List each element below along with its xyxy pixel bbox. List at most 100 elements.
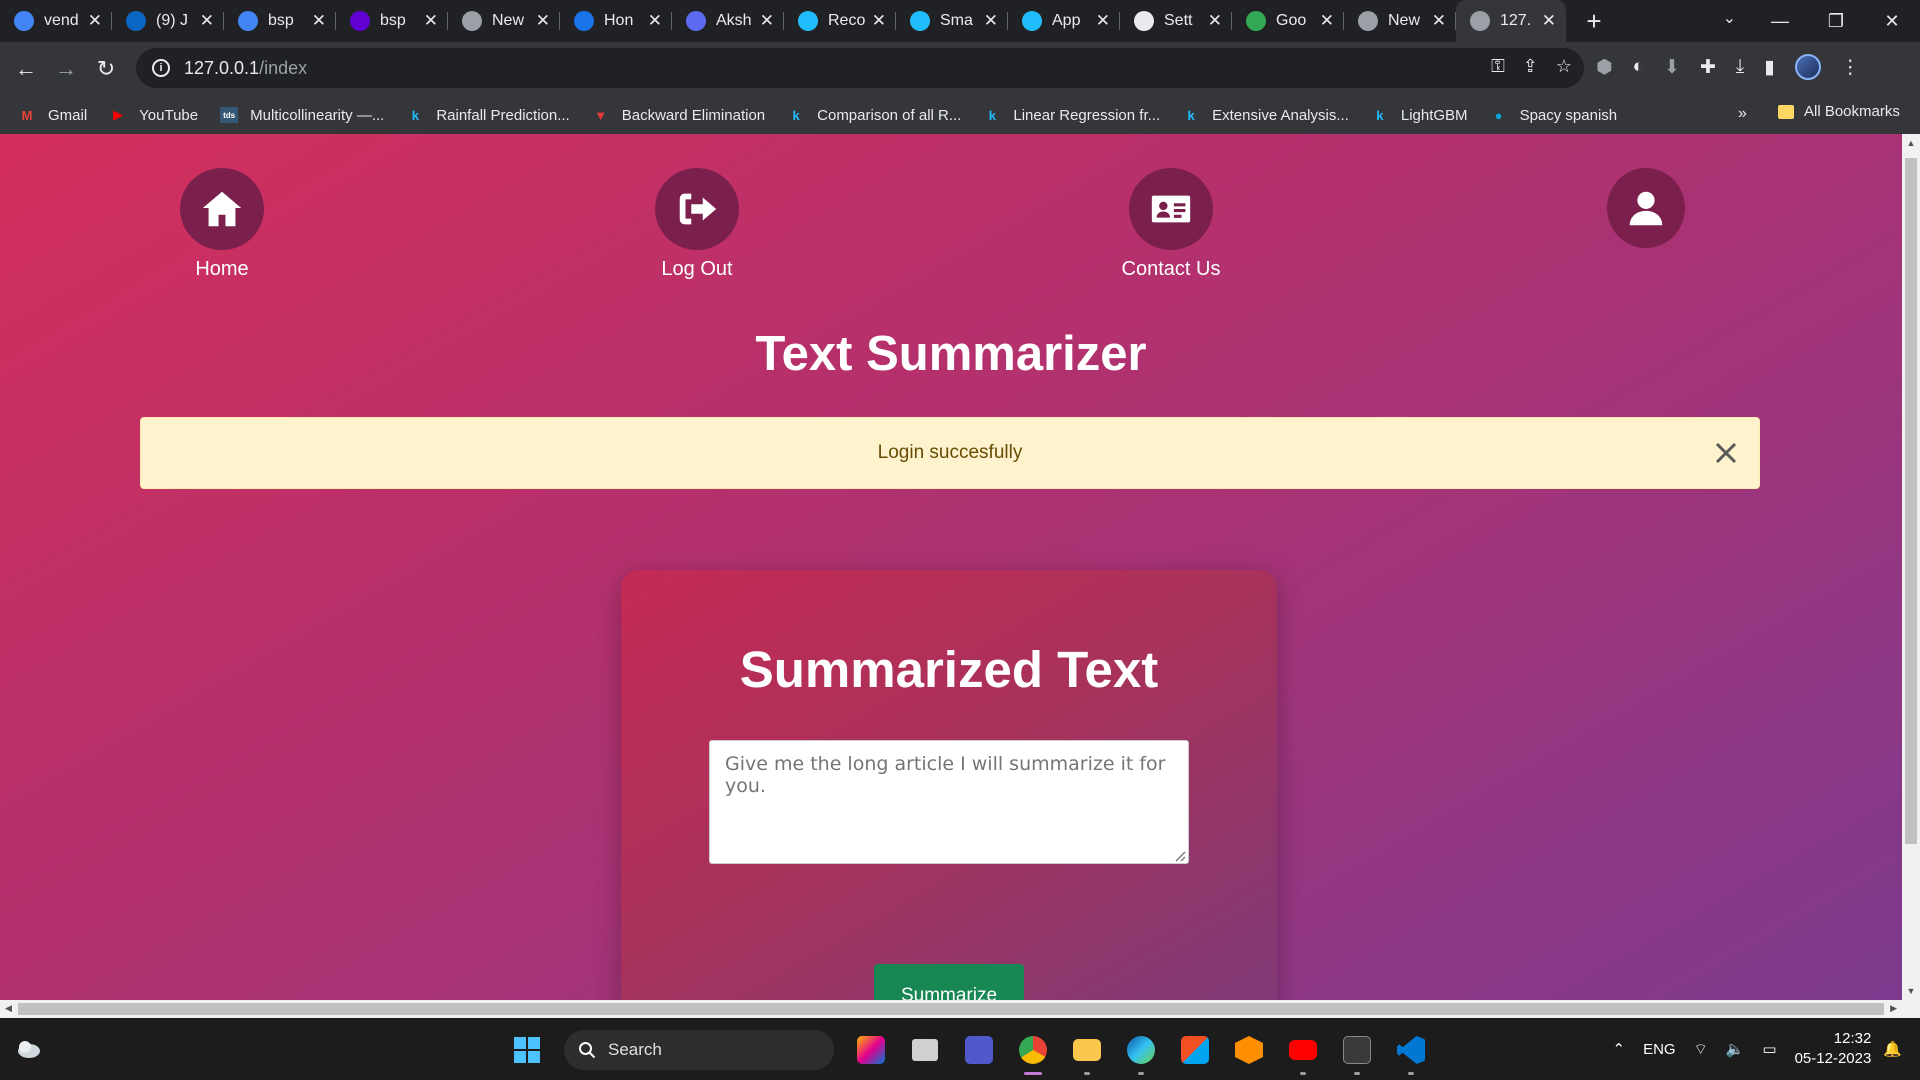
tab-close-icon[interactable]: ✕ (648, 11, 662, 31)
tab-close-icon[interactable]: ✕ (200, 11, 214, 31)
restore-icon[interactable]: ❐ (1808, 11, 1864, 32)
youtube-app[interactable] (1276, 1030, 1330, 1075)
file-explorer-app[interactable] (1060, 1030, 1114, 1075)
bookmark-item[interactable]: ● Spacy spanish (1490, 107, 1618, 124)
scroll-thumb[interactable] (1905, 158, 1917, 844)
tab-close-icon[interactable]: ✕ (872, 11, 886, 31)
terminal-app[interactable] (1330, 1030, 1384, 1075)
tab-close-icon[interactable]: ✕ (88, 11, 102, 31)
browser-tab[interactable]: App ✕ (1008, 0, 1120, 42)
extension-icon[interactable]: ⬇ (1664, 56, 1680, 79)
browser-tab[interactable]: New ✕ (448, 0, 560, 42)
profile-avatar[interactable] (1794, 54, 1821, 80)
new-tab-button[interactable]: + (1574, 6, 1614, 37)
tab-close-icon[interactable]: ✕ (312, 11, 326, 31)
scroll-thumb[interactable] (18, 1003, 1884, 1015)
store-app[interactable] (1168, 1030, 1222, 1070)
tab-close-icon[interactable]: ✕ (760, 11, 774, 31)
scroll-left-icon[interactable]: ◀ (5, 1003, 12, 1014)
taskbar-search[interactable]: Search (564, 1030, 834, 1070)
nav-contact[interactable]: Contact Us (1091, 168, 1251, 281)
browser-tab[interactable]: bsp ✕ (224, 0, 336, 42)
key-icon[interactable]: ⚿ (1491, 56, 1505, 77)
tab-search-icon[interactable]: ⌄ (1723, 8, 1736, 28)
nav-profile[interactable] (1566, 168, 1726, 256)
teams-app[interactable] (952, 1030, 1006, 1070)
tab-close-icon[interactable]: ✕ (1208, 11, 1222, 31)
scroll-down-icon[interactable]: ▼ (1902, 986, 1920, 996)
task-view[interactable] (898, 1030, 952, 1070)
article-textarea[interactable] (709, 740, 1189, 864)
clock[interactable]: 12:32 05-12-2023 (1795, 1029, 1872, 1069)
horizontal-scrollbar[interactable]: ◀ ▶ (0, 1000, 1920, 1018)
bookmark-item[interactable]: ▶ YouTube (109, 107, 198, 124)
tab-close-icon[interactable]: ✕ (424, 11, 438, 31)
side-panel-icon[interactable]: ▮ (1764, 56, 1774, 79)
start-button[interactable] (500, 1030, 554, 1070)
browser-tab[interactable]: (9) J ✕ (112, 0, 224, 42)
browser-tab[interactable]: Sett ✕ (1120, 0, 1232, 42)
minimize-icon[interactable]: — (1752, 11, 1808, 32)
tab-close-icon[interactable]: ✕ (1096, 11, 1110, 31)
bookmark-item[interactable]: k LightGBM (1371, 107, 1467, 124)
back-icon[interactable]: ← (6, 56, 46, 82)
bookmarks-overflow-icon[interactable]: » (1738, 105, 1747, 123)
tab-title: App (1052, 12, 1081, 29)
extension-icon[interactable]: ⬢ (1596, 56, 1613, 79)
close-window-icon[interactable]: ✕ (1864, 11, 1920, 32)
forward-icon[interactable]: → (46, 56, 86, 82)
nav-home[interactable]: Home (142, 168, 302, 281)
language-indicator[interactable]: ENG (1643, 1041, 1676, 1058)
download-icon[interactable]: ⤓ (1736, 56, 1744, 78)
scroll-up-icon[interactable]: ▲ (1902, 138, 1920, 148)
battery-icon[interactable]: ▭ (1762, 1040, 1776, 1058)
volume-icon[interactable]: 🔈 (1726, 1040, 1745, 1058)
all-bookmarks-button[interactable]: All Bookmarks (1778, 103, 1900, 120)
vertical-scrollbar[interactable]: ▲ ▼ (1902, 134, 1920, 1000)
edge-app[interactable] (1114, 1030, 1168, 1075)
bookmark-item[interactable]: k Comparison of all R... (787, 107, 962, 124)
wifi-icon[interactable]: ⌔ (1694, 1040, 1708, 1059)
reload-icon[interactable]: ↻ (86, 56, 126, 82)
bookmark-item[interactable]: ▼ Backward Elimination (592, 107, 765, 124)
vscode-app[interactable] (1384, 1030, 1438, 1075)
address-bar[interactable]: i 127.0.0.1/index ⚿ ⇪ ☆ (136, 48, 1584, 88)
browser-tab[interactable]: 127. ✕ (1456, 0, 1566, 42)
bookmark-item[interactable]: M Gmail (18, 107, 88, 124)
close-icon[interactable] (1709, 436, 1743, 470)
tab-close-icon[interactable]: ✕ (984, 11, 998, 31)
browser-tab[interactable]: New ✕ (1344, 0, 1456, 42)
weather-icon[interactable] (14, 1036, 42, 1060)
bookmark-item[interactable]: k Rainfall Prediction... (406, 107, 570, 124)
extension-icon[interactable]: ◐ (1633, 56, 1644, 78)
nav-logout[interactable]: Log Out (617, 168, 777, 281)
menu-icon[interactable]: ⋮ (1841, 56, 1860, 79)
browser-tab[interactable]: Goo ✕ (1232, 0, 1344, 42)
chevron-up-icon[interactable]: ⌃ (1613, 1040, 1626, 1058)
browser-tab[interactable]: vend ✕ (0, 0, 112, 42)
home-icon (180, 168, 264, 250)
bookmark-item[interactable]: k Linear Regression fr... (983, 107, 1160, 124)
chrome-app[interactable] (1006, 1030, 1060, 1075)
tab-close-icon[interactable]: ✕ (1542, 11, 1556, 31)
site-info-icon[interactable]: i (152, 59, 170, 77)
tab-close-icon[interactable]: ✕ (1320, 11, 1334, 31)
copilot-app[interactable] (844, 1030, 898, 1070)
browser-tab[interactable]: Sma ✕ (896, 0, 1008, 42)
browser-tab[interactable]: Aksh ✕ (672, 0, 784, 42)
bookmark-item[interactable]: k Extensive Analysis... (1182, 107, 1349, 124)
summarize-button[interactable]: Summarize (874, 964, 1024, 1000)
share-icon[interactable]: ⇪ (1523, 56, 1538, 77)
browser-tab[interactable]: Hon ✕ (560, 0, 672, 42)
bookmark-item[interactable]: tds Multicollinearity —... (220, 107, 384, 124)
resize-grip-icon[interactable] (1174, 850, 1186, 862)
browser-tab[interactable]: bsp ✕ (336, 0, 448, 42)
scroll-right-icon[interactable]: ▶ (1890, 1003, 1897, 1014)
tab-close-icon[interactable]: ✕ (1432, 11, 1446, 31)
puzzle-icon[interactable]: ✚ (1700, 56, 1716, 79)
bookmark-star-icon[interactable]: ☆ (1556, 56, 1572, 77)
browser-tab[interactable]: Reco ✕ (784, 0, 896, 42)
tab-close-icon[interactable]: ✕ (536, 11, 550, 31)
tensorflow-app[interactable] (1222, 1030, 1276, 1070)
notification-icon[interactable]: 🔔 (1883, 1040, 1902, 1058)
